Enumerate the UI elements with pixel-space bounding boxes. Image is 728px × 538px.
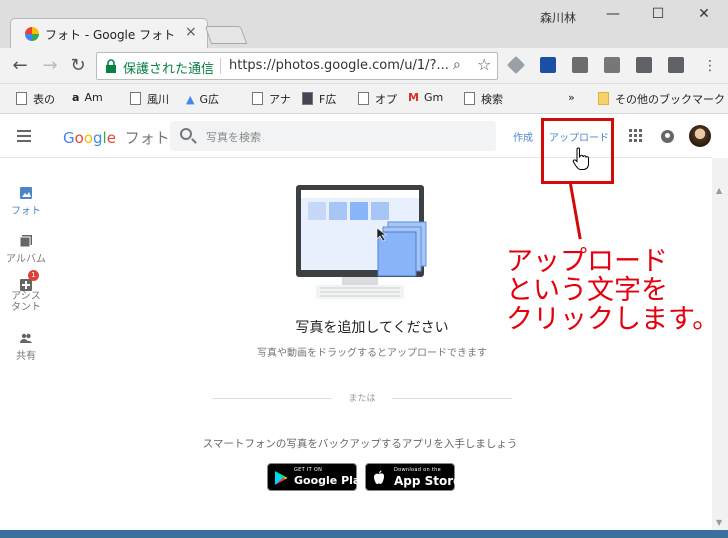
page-scrollbar[interactable]: ▲ ▼ xyxy=(712,158,728,530)
extension-forward-icon[interactable] xyxy=(668,57,684,73)
callout-line xyxy=(569,183,582,240)
page-icon xyxy=(358,92,369,105)
or-divider-label: または xyxy=(348,394,376,404)
analytics-icon xyxy=(302,92,313,105)
photo-search-field[interactable]: 写真を検索 xyxy=(170,121,496,151)
bookmark-item[interactable]: M Gm xyxy=(408,91,443,104)
annotation-line-2: という文字を xyxy=(506,275,668,306)
page-icon xyxy=(130,92,141,105)
bookmark-star-icon[interactable]: ☆ xyxy=(477,55,491,74)
photo-icon xyxy=(20,187,32,199)
browser-title-bar: フォト - Google フォト × 森川林 — ☐ ✕ xyxy=(0,0,728,48)
other-bookmarks-folder[interactable]: その他のブックマーク xyxy=(598,91,725,107)
taskbar-strip xyxy=(0,530,728,538)
tab-title: フォト - Google フォト xyxy=(45,28,176,42)
extension-drive-icon[interactable] xyxy=(506,55,526,75)
annotation-line-3: クリックします。 xyxy=(506,304,720,335)
empty-state-title: 写真を追加してください xyxy=(295,320,449,336)
nav-albums[interactable]: アルバム xyxy=(0,232,52,265)
annotation-text: アップロード という文字を クリックします。 xyxy=(506,247,719,334)
zoom-search-icon[interactable]: ⌕ xyxy=(453,57,461,73)
google-photos-icon xyxy=(25,27,39,41)
address-bar[interactable]: 保護された通信 https://photos.google.com/u/1/?.… xyxy=(96,52,498,80)
nav-albums-label: アルバム xyxy=(6,254,46,265)
bookmark-item[interactable]: ▲ G広 xyxy=(186,91,219,107)
people-icon xyxy=(20,333,32,343)
app-store-small-text: Download on the xyxy=(394,467,441,473)
bookmark-item[interactable]: オプ xyxy=(358,91,397,107)
lock-icon xyxy=(106,59,116,73)
extension-code-icon[interactable] xyxy=(636,57,652,73)
search-placeholder: 写真を検索 xyxy=(206,131,261,144)
scroll-down-icon[interactable]: ▼ xyxy=(716,518,722,527)
url-text[interactable]: https://photos.google.com/u/1/?... xyxy=(229,58,449,73)
google-ads-icon: ▲ xyxy=(186,93,195,106)
nav-assistant-label: アシスタント xyxy=(11,291,41,313)
bookmark-item[interactable]: 表の xyxy=(16,91,55,107)
extension-check-icon[interactable] xyxy=(572,57,588,73)
notifications-icon[interactable] xyxy=(661,130,674,143)
bookmark-item[interactable]: a Am xyxy=(72,91,103,104)
nav-photos-label: フォト xyxy=(11,206,41,217)
address-divider xyxy=(220,58,221,74)
bookmark-item[interactable]: 風川 xyxy=(130,91,169,107)
secure-label: 保護された通信 xyxy=(123,62,215,77)
nav-photos[interactable]: フォト xyxy=(0,184,52,217)
folder-icon xyxy=(598,92,609,105)
browser-toolbar: ← → ↻ 保護された通信 https://photos.google.com/… xyxy=(0,48,728,84)
avatar[interactable] xyxy=(689,125,711,147)
google-play-icon xyxy=(275,471,288,485)
page-icon xyxy=(464,92,475,105)
logo-google-text: Google xyxy=(63,129,116,147)
page-icon xyxy=(16,92,27,105)
maximize-icon[interactable]: ☐ xyxy=(647,6,669,24)
extension-bookmark-icon[interactable] xyxy=(540,57,556,73)
hand-cursor-icon xyxy=(572,147,589,170)
divider xyxy=(212,398,332,399)
google-play-small-text: GET IT ON xyxy=(294,467,323,473)
hamburger-menu-icon[interactable] xyxy=(17,130,31,142)
google-play-big-text: Google Play xyxy=(294,474,368,487)
bookmark-item[interactable]: アナ xyxy=(252,91,291,107)
gmail-icon: M xyxy=(408,91,419,104)
browser-tab[interactable]: フォト - Google フォト × xyxy=(10,18,208,48)
apps-grid-icon[interactable] xyxy=(629,129,642,142)
browser-menu-icon[interactable]: ⋮ xyxy=(698,54,722,78)
assistant-badge: 1 xyxy=(28,270,39,281)
app-store-big-text: App Store xyxy=(394,474,462,488)
back-icon[interactable]: ← xyxy=(8,54,32,78)
nav-sharing-label: 共有 xyxy=(16,351,36,362)
empty-state-subtitle: 写真や動画をドラッグするとアップロードできます xyxy=(257,348,487,359)
assistant-icon xyxy=(20,279,32,291)
bookmark-item[interactable]: 検索 xyxy=(464,91,503,107)
nav-sharing[interactable]: 共有 xyxy=(0,329,52,362)
bookmarks-overflow-button[interactable]: » xyxy=(568,91,575,104)
nav-assistant[interactable]: 1 アシスタント xyxy=(0,270,52,313)
annotation-line-1: アップロード xyxy=(506,246,668,277)
tab-close-icon[interactable]: × xyxy=(185,24,197,40)
bookmarks-bar: 表の a Am 風川 ▲ G広 アナ F広 オプ M Gm 検索 » その他のブックマ… xyxy=(0,84,728,114)
app-promo-text: スマートフォンの写真をバックアップするアプリを入手しましょう xyxy=(202,438,518,450)
window-close-icon[interactable]: ✕ xyxy=(693,6,715,24)
bookmark-item[interactable]: F広 xyxy=(302,91,336,107)
app-store-badge[interactable]: Download on the App Store xyxy=(365,463,461,491)
create-button[interactable]: 作成 xyxy=(513,129,533,144)
forward-icon[interactable]: → xyxy=(38,54,62,78)
album-icon xyxy=(19,235,32,248)
logo-product-name: フォト xyxy=(124,129,170,147)
google-photos-logo[interactable]: Google フォト xyxy=(63,127,170,148)
amazon-icon: a xyxy=(72,91,80,104)
monitor-illustration xyxy=(296,185,427,299)
reload-icon[interactable]: ↻ xyxy=(66,54,90,78)
extension-doc-icon[interactable] xyxy=(604,57,620,73)
page-icon xyxy=(252,92,263,105)
google-play-badge[interactable]: GET IT ON Google Play xyxy=(267,463,367,491)
new-tab-button[interactable] xyxy=(204,26,248,44)
apple-icon xyxy=(374,470,384,484)
divider xyxy=(392,398,512,399)
minimize-icon[interactable]: — xyxy=(602,6,624,24)
profile-name[interactable]: 森川林 xyxy=(540,9,576,26)
search-icon xyxy=(180,128,192,140)
scroll-up-icon[interactable]: ▲ xyxy=(716,186,722,195)
